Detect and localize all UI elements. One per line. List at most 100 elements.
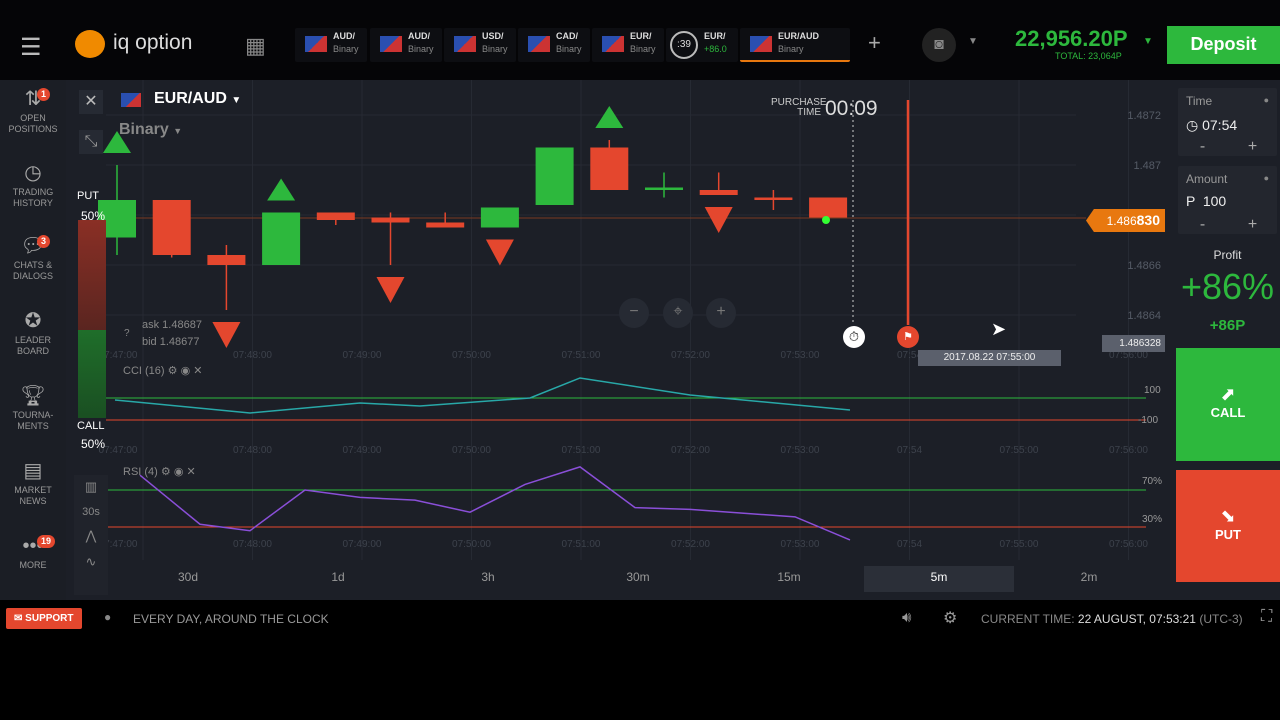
top-bar: ☰ iq option ▦ AUD/Binary AUD/Binary USD/Bi… [0, 0, 1280, 80]
call-label: CALL [77, 420, 105, 432]
put-button[interactable]: ⬊ PUT [1176, 470, 1280, 582]
call-button[interactable]: ⬈ CALL [1176, 348, 1280, 461]
asset-tab[interactable]: CAD/Binary [518, 28, 590, 62]
clock-icon: ◷ [1186, 117, 1199, 133]
more-icon: ••• [22, 535, 44, 557]
asset-selector[interactable]: EUR/AUD ▼ [154, 90, 241, 108]
balance[interactable]: 22,956.20P [1015, 26, 1128, 52]
balance-dropdown-icon[interactable]: ▼ [1143, 36, 1153, 47]
help-icon[interactable]: ● [1264, 95, 1269, 105]
zoom-out-button[interactable]: − [619, 298, 649, 328]
timeframe-15m[interactable]: 15m [714, 566, 864, 592]
timeframe-2m[interactable]: 2m [1014, 566, 1164, 592]
time-tick: 07:54 [897, 539, 922, 550]
time-tick: 07:50:00 [452, 350, 491, 361]
close-icon[interactable]: ✕ [193, 365, 202, 377]
close-chart-icon[interactable]: ✕ [79, 90, 103, 114]
expiry-time-input[interactable]: ◷ 07:54 [1186, 117, 1237, 134]
time-tick: 07:53:00 [781, 445, 820, 456]
ask-price: ask 1.48687 [142, 319, 202, 331]
camera-icon[interactable]: ◙ [922, 28, 956, 62]
indicators-icon[interactable]: ⋀ [74, 528, 108, 544]
sidebar-item[interactable]: 🏆︎ TOURNA- MENTS [0, 385, 66, 432]
price-suffix: 830 [1136, 212, 1160, 228]
candle [371, 217, 410, 223]
chevron-down-icon: ▼ [231, 95, 242, 106]
sound-icon[interactable]: 🔊︎ [902, 609, 911, 626]
center-icon[interactable]: ⌖ [663, 298, 693, 328]
timeframe-5m[interactable]: 5m [864, 566, 1014, 592]
time-tick: 07:55:00 [1000, 539, 1039, 550]
option-type-selector[interactable]: Binary ▼ [119, 121, 182, 139]
asset-tab[interactable]: AUD/Binary [295, 28, 367, 62]
time-tick: 07:56:00 [1109, 445, 1148, 456]
call-percent: 50% [81, 437, 106, 451]
asset-tab[interactable]: EUR/Binary [592, 28, 664, 62]
sidebar-item-label: OPEN POSITIONS [8, 113, 58, 134]
timeframe-1d[interactable]: 1d [263, 566, 413, 592]
support-button[interactable]: ✉ SUPPORT [6, 608, 82, 629]
asset-tab[interactable]: EUR/AUD Binary [740, 28, 850, 62]
footer-bar: ✉ SUPPORT ● EVERY DAY, AROUND THE CLOCK … [0, 603, 1280, 633]
price-tick: 1.4864 [1127, 310, 1161, 322]
camera-dropdown-icon[interactable]: ▼ [968, 36, 978, 47]
deposit-button[interactable]: Deposit [1167, 26, 1280, 64]
asset-tab[interactable]: AUD/Binary [370, 28, 442, 62]
candle [426, 222, 465, 228]
eye-icon[interactable]: ◉ [174, 466, 184, 478]
menu-icon[interactable]: ☰ [20, 33, 42, 62]
sidebar-item[interactable]: 💬︎ CHATS & DIALOGS 3 [0, 235, 66, 282]
time-minus-button[interactable]: - [1178, 138, 1227, 156]
amount-minus-button[interactable]: - [1178, 216, 1227, 234]
arrows-icon: ⇅ [24, 88, 42, 110]
put-deal-arrow [212, 322, 241, 348]
drawing-icon[interactable]: ∿ [74, 554, 108, 570]
purchase-time: 00:09 [825, 97, 878, 120]
candles-icon[interactable]: ▥ [74, 479, 108, 495]
sidebar-item[interactable]: ••• MORE 19 [0, 535, 66, 571]
collapse-icon[interactable]: ⤡ [79, 130, 103, 154]
time-plus-button[interactable]: + [1228, 138, 1277, 156]
gear-icon[interactable]: ⚙ [161, 466, 171, 478]
sidebar-item-label: CHATS & DIALOGS [12, 260, 53, 281]
asset-tab[interactable]: :39 EUR/ +86.0 [666, 28, 738, 62]
zoom-in-button[interactable]: + [706, 298, 736, 328]
sidebar-item[interactable]: ◷ TRADING HISTORY [0, 162, 66, 209]
notification-badge: 3 [37, 235, 51, 248]
call-deal-arrow [267, 178, 296, 201]
help-icon[interactable]: ● [1264, 173, 1269, 183]
settings-icon[interactable]: ⚙ [943, 608, 957, 628]
help-icon[interactable]: ? [124, 328, 130, 339]
grid-icon[interactable]: ▦ [245, 33, 266, 59]
asset-tab[interactable]: USD/Binary [444, 28, 516, 62]
sidebar-item[interactable]: ▤ MARKET NEWS [0, 460, 66, 507]
chart-canvas[interactable]: 1.48721.4871.48661.486407:47:0007:47:000… [66, 80, 1176, 600]
tab-asset: AUD/ [408, 31, 430, 41]
time-tick: 07:51:00 [562, 539, 601, 550]
amount-plus-button[interactable]: + [1228, 216, 1277, 234]
sidebar-item[interactable]: ⇅ OPEN POSITIONS 1 [0, 88, 66, 135]
time-tick: 07:53:00 [781, 350, 820, 361]
time-tick: 07:48:00 [233, 445, 272, 456]
gear-icon[interactable]: ⚙ [168, 365, 178, 377]
rsi-name: RSI (4) [123, 466, 158, 478]
price-tick: 1.487 [1133, 160, 1161, 172]
eye-icon[interactable]: ◉ [181, 365, 191, 377]
sidebar-item[interactable]: ✪ LEADER BOARD [0, 310, 66, 357]
flag-icon [528, 36, 550, 52]
sidebar-item-label: TRADING HISTORY [12, 187, 54, 208]
timeframe-30m[interactable]: 30m [563, 566, 713, 592]
add-tab-button[interactable]: + [868, 30, 881, 56]
timeframe-30d[interactable]: 30d [113, 566, 263, 592]
logo-icon [75, 30, 105, 58]
candle [480, 207, 519, 228]
time-tick: 07:51:00 [562, 445, 601, 456]
timeframe-3h[interactable]: 3h [413, 566, 563, 592]
fullscreen-icon[interactable]: ⛶ [1261, 608, 1272, 626]
amount-box: Amount ● P 100 - + [1178, 166, 1277, 234]
timeframe-button[interactable]: 30s [74, 506, 108, 518]
sidebar: ⇅ OPEN POSITIONS 1 ◷ TRADING HISTORY 💬︎ CHATS … [0, 80, 66, 600]
cci-level-minus-100: -100 [1138, 415, 1159, 426]
amount-input[interactable]: P 100 [1186, 193, 1226, 209]
close-icon[interactable]: ✕ [187, 466, 196, 478]
